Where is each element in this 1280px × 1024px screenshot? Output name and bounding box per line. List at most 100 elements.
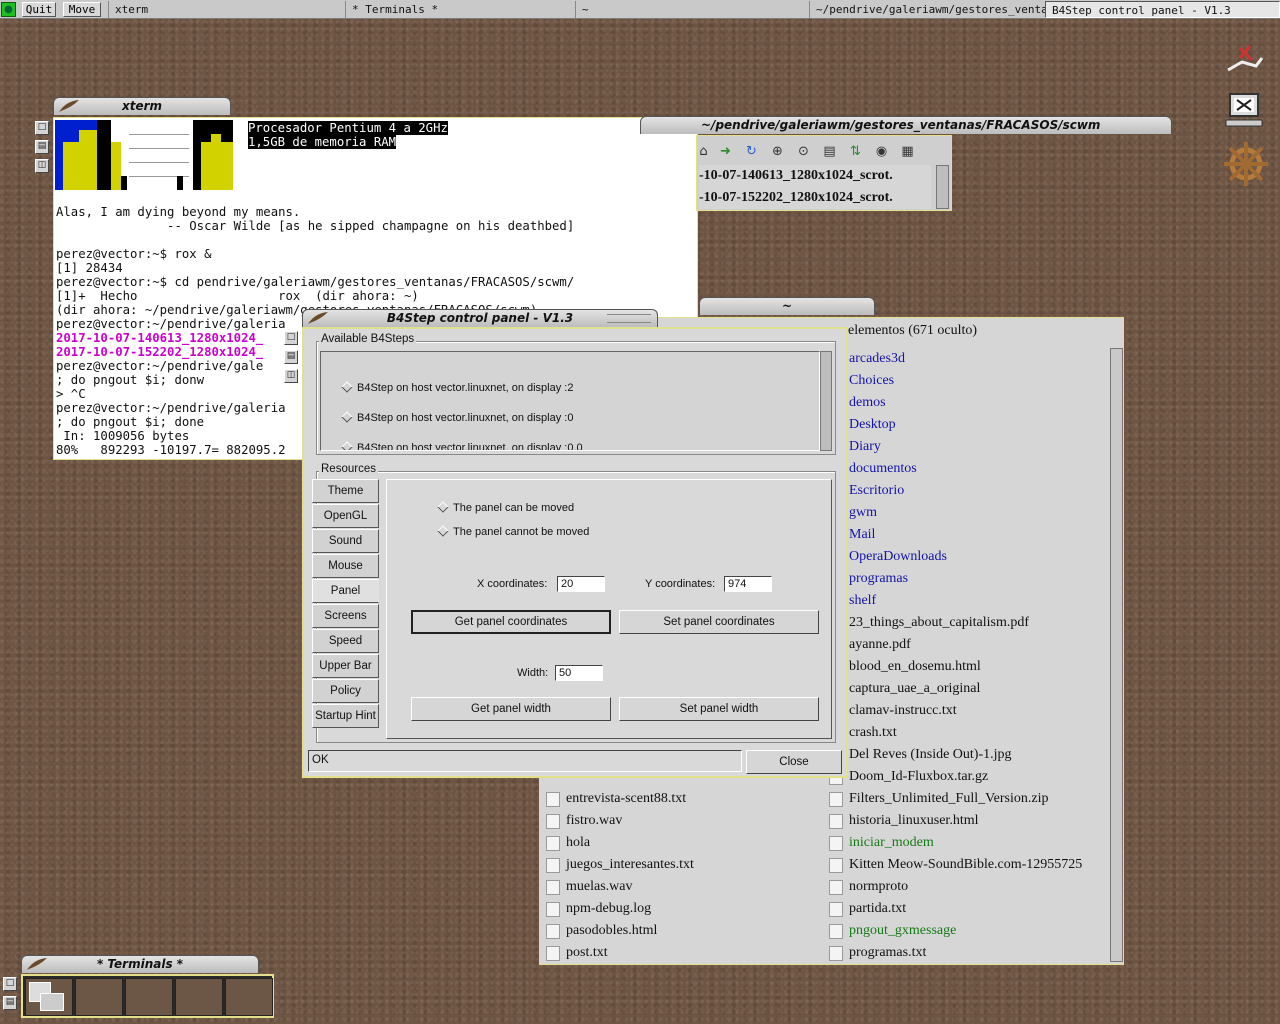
shade-button[interactable]: ▤ bbox=[284, 350, 298, 364]
set-panel-width-button[interactable]: Set panel width bbox=[619, 697, 819, 721]
list-item[interactable]: hola bbox=[566, 832, 590, 854]
list-item[interactable]: npm-debug.log bbox=[566, 898, 651, 920]
list-item[interactable]: Del Reves (Inside Out)-1.jpg bbox=[849, 744, 1012, 766]
list-item[interactable]: Doom_Id-Fluxbox.tar.gz bbox=[849, 766, 988, 788]
list-item[interactable]: crash.txt bbox=[849, 722, 897, 744]
list-item[interactable]: post.txt bbox=[566, 942, 608, 964]
list-item[interactable]: captura_uae_a_original bbox=[849, 678, 980, 700]
rox-scwm-window[interactable]: ⌂ ➜ ↻ ⊕ ⊙ ▤ ⇅ ◉ ▦ -10-07-140613_1280x102… bbox=[696, 135, 952, 211]
b4step-list-item[interactable]: B4Step on host vector.linuxnet, on displ… bbox=[341, 441, 583, 450]
pager-titlebar[interactable]: * Terminals * bbox=[21, 955, 259, 973]
b4step-list-item[interactable]: B4Step on host vector.linuxnet, on displ… bbox=[341, 381, 573, 394]
list-item[interactable]: pngout_gxmessage bbox=[849, 920, 956, 942]
monitor-icon[interactable] bbox=[1222, 88, 1266, 132]
refresh-icon[interactable]: ↻ bbox=[743, 143, 760, 160]
hand-tools-icon[interactable] bbox=[1222, 40, 1266, 84]
tab-screens[interactable]: Screens bbox=[312, 604, 379, 628]
rox-home-titlebar[interactable]: ~ bbox=[699, 297, 875, 315]
pager-desk-1[interactable] bbox=[25, 978, 73, 1016]
list-item[interactable]: pasodobles.html bbox=[566, 920, 657, 942]
list-item[interactable]: Kitten Meow-SoundBible.com-12955725 bbox=[849, 854, 1082, 876]
zoom-in-icon[interactable]: ⊕ bbox=[769, 143, 786, 160]
home-icon[interactable]: ⌂ bbox=[695, 143, 712, 160]
y-coord-input[interactable]: 974 bbox=[724, 576, 772, 592]
list-item[interactable]: historia_linuxuser.html bbox=[849, 810, 979, 832]
select-all-icon[interactable]: ▦ bbox=[899, 143, 916, 160]
shade-button[interactable]: ▤ bbox=[35, 140, 49, 154]
tab-startup-hint[interactable]: Startup Hint bbox=[312, 704, 379, 728]
task-b4step[interactable]: B4Step control panel - V1.3 bbox=[1045, 1, 1280, 18]
get-panel-coordinates-button[interactable]: Get panel coordinates bbox=[411, 610, 611, 634]
list-item[interactable]: 23_things_about_capitalism.pdf bbox=[849, 612, 1029, 634]
pager-desk-2[interactable] bbox=[75, 978, 123, 1016]
get-panel-width-button[interactable]: Get panel width bbox=[411, 697, 611, 721]
list-item[interactable]: Mail bbox=[849, 524, 875, 546]
task-scwm-folder[interactable]: ~/pendrive/galeriawm/gestores_ventanas bbox=[809, 1, 1045, 18]
list-item[interactable]: -10-07-152202_1280x1024_scrot. bbox=[699, 187, 893, 209]
close-button[interactable]: Close bbox=[746, 750, 842, 774]
pager-desk-5[interactable] bbox=[225, 978, 273, 1016]
pager-desk-3[interactable] bbox=[125, 978, 173, 1016]
b4step-titlebar[interactable]: B4Step control panel - V1.3 bbox=[302, 309, 658, 327]
tab-mouse[interactable]: Mouse bbox=[312, 554, 379, 578]
file-list-scrollbar[interactable] bbox=[1110, 348, 1123, 962]
list-item[interactable]: programas.txt bbox=[849, 942, 926, 964]
b4step-list-scrollbar[interactable] bbox=[820, 351, 832, 451]
task-terminals[interactable]: * Terminals * bbox=[345, 1, 575, 18]
list-item[interactable]: normproto bbox=[849, 876, 908, 898]
list-item[interactable]: iniciar_modem bbox=[849, 832, 934, 854]
b4step-list-item[interactable]: B4Step on host vector.linuxnet, on displ… bbox=[341, 411, 573, 424]
list-item[interactable]: muelas.wav bbox=[566, 876, 632, 898]
maximize-button[interactable]: ◫ bbox=[284, 369, 298, 383]
quit-button[interactable]: Quit bbox=[22, 2, 56, 17]
tab-panel[interactable]: Panel bbox=[312, 579, 379, 603]
tab-sound[interactable]: Sound bbox=[312, 529, 379, 553]
task-home[interactable]: ~ bbox=[575, 1, 809, 18]
tab-speed[interactable]: Speed bbox=[312, 629, 379, 653]
show-hidden-eye-icon[interactable]: ◉ bbox=[873, 143, 890, 160]
tab-upper-bar[interactable]: Upper Bar bbox=[312, 654, 379, 678]
details-view-icon[interactable]: ▤ bbox=[821, 143, 838, 160]
list-item[interactable]: fistro.wav bbox=[566, 810, 622, 832]
move-button[interactable]: Move bbox=[63, 2, 101, 17]
go-forward-icon[interactable]: ➜ bbox=[717, 143, 734, 160]
ship-wheel-icon[interactable] bbox=[1222, 140, 1268, 186]
radio-panel-movable[interactable]: The panel can be moved bbox=[437, 501, 574, 514]
list-item[interactable]: -10-07-140613_1280x1024_scrot. bbox=[699, 165, 893, 187]
tab-policy[interactable]: Policy bbox=[312, 679, 379, 703]
list-item[interactable]: Choices bbox=[849, 370, 894, 392]
x-coord-input[interactable]: 20 bbox=[557, 576, 605, 592]
list-item[interactable]: Desktop bbox=[849, 414, 896, 436]
list-item[interactable]: demos bbox=[849, 392, 886, 414]
status-indicator-icon[interactable]: ● bbox=[1, 2, 16, 17]
list-item[interactable]: gwm bbox=[849, 502, 877, 524]
shade-button[interactable]: ▤ bbox=[3, 996, 17, 1010]
maximize-button[interactable]: ◫ bbox=[35, 159, 49, 173]
iconify-button[interactable]: □ bbox=[3, 977, 17, 991]
list-item[interactable]: blood_en_dosemu.html bbox=[849, 656, 981, 678]
tab-theme[interactable]: Theme bbox=[312, 479, 379, 503]
list-item[interactable]: shelf bbox=[849, 590, 876, 612]
iconify-button[interactable]: □ bbox=[35, 121, 49, 135]
list-item[interactable]: OperaDownloads bbox=[849, 546, 947, 568]
rox-scwm-titlebar[interactable]: ~/pendrive/galeriawm/gestores_ventanas/F… bbox=[640, 116, 1172, 134]
list-item[interactable]: partida.txt bbox=[849, 898, 906, 920]
iconify-button[interactable]: □ bbox=[284, 331, 298, 345]
list-item[interactable]: juegos_interesantes.txt bbox=[566, 854, 694, 876]
tab-opengl[interactable]: OpenGL bbox=[312, 504, 379, 528]
xterm-titlebar[interactable]: xterm bbox=[53, 97, 231, 115]
list-item[interactable]: entrevista-scent88.txt bbox=[566, 788, 686, 810]
set-panel-coordinates-button[interactable]: Set panel coordinates bbox=[619, 610, 819, 634]
scrollbar[interactable] bbox=[936, 165, 949, 209]
width-input[interactable]: 50 bbox=[555, 665, 603, 681]
task-xterm[interactable]: xterm bbox=[108, 1, 345, 18]
list-item[interactable]: Diary bbox=[849, 436, 881, 458]
list-item[interactable]: Filters_Unlimited_Full_Version.zip bbox=[849, 788, 1049, 810]
sort-icon[interactable]: ⇅ bbox=[847, 143, 864, 160]
pager-desk-4[interactable] bbox=[175, 978, 223, 1016]
list-item[interactable]: arcades3d bbox=[849, 348, 905, 370]
zoom-fit-icon[interactable]: ⊙ bbox=[795, 143, 812, 160]
radio-panel-fixed[interactable]: The panel cannot be moved bbox=[437, 525, 589, 538]
list-item[interactable]: ayanne.pdf bbox=[849, 634, 911, 656]
list-item[interactable]: programas bbox=[849, 568, 908, 590]
